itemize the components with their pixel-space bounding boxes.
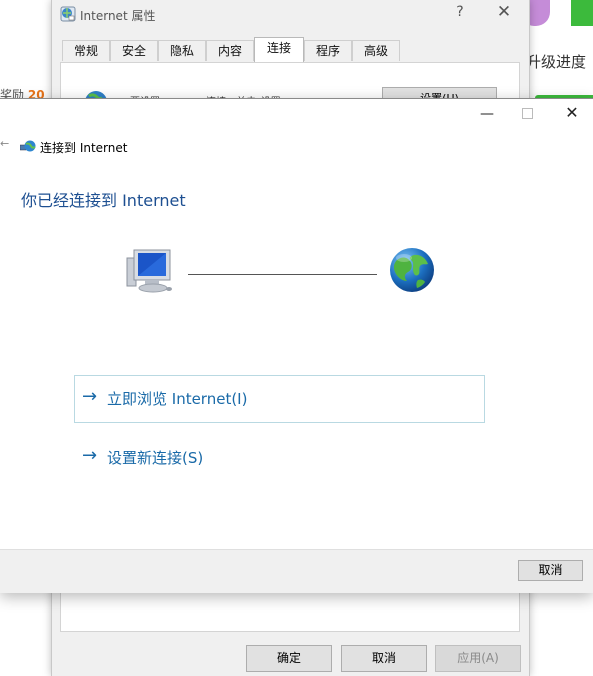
upgrade-progress-label: 升级进度 xyxy=(526,53,587,71)
connect-to-internet-window: — ✕ ← 连接到 Internet 你已经连接到 Internet → 立即浏… xyxy=(0,98,593,593)
new-connection-option[interactable]: → 设置新连接(S) xyxy=(74,434,485,482)
computer-icon xyxy=(126,249,172,293)
new-connection-label: 设置新连接(S) xyxy=(107,449,204,467)
green-action-button[interactable] xyxy=(571,0,593,26)
network-globe-icon xyxy=(20,140,36,152)
browse-internet-label: 立即浏览 Internet(I) xyxy=(107,390,248,408)
browse-internet-option[interactable]: → 立即浏览 Internet(I) xyxy=(74,375,485,423)
dialog-title: Internet 属性 xyxy=(80,9,156,23)
tab-advanced[interactable]: 高级 xyxy=(352,40,400,61)
tab-programs[interactable]: 程序 xyxy=(304,40,352,61)
ok-button[interactable]: 确定 xyxy=(246,645,332,672)
tab-general[interactable]: 常规 xyxy=(62,40,110,61)
connection-line xyxy=(188,274,377,275)
tab-privacy[interactable]: 隐私 xyxy=(158,40,206,61)
back-button[interactable]: ← xyxy=(0,137,9,150)
page-heading: 你已经连接到 Internet xyxy=(21,191,186,210)
tab-connections[interactable]: 连接 xyxy=(254,37,304,62)
window-close-button[interactable]: ✕ xyxy=(561,103,583,123)
minimize-button[interactable]: — xyxy=(477,106,497,122)
maximize-button xyxy=(517,105,537,121)
window-caption: 连接到 Internet xyxy=(40,141,128,155)
apply-button[interactable]: 应用(A) xyxy=(435,645,521,672)
close-button[interactable]: ✕ xyxy=(492,2,516,24)
maximize-icon xyxy=(521,108,533,119)
tab-security[interactable]: 安全 xyxy=(110,40,158,61)
internet-options-icon xyxy=(60,6,76,22)
wizard-footer: 取消 xyxy=(0,549,593,593)
help-button[interactable]: ? xyxy=(452,4,468,22)
arrow-right-icon: → xyxy=(82,445,98,466)
wizard-cancel-button[interactable]: 取消 xyxy=(518,560,583,581)
arrow-right-icon: → xyxy=(82,386,98,407)
tab-content[interactable]: 内容 xyxy=(206,40,254,61)
cancel-button[interactable]: 取消 xyxy=(341,645,427,672)
globe-icon xyxy=(390,248,434,292)
